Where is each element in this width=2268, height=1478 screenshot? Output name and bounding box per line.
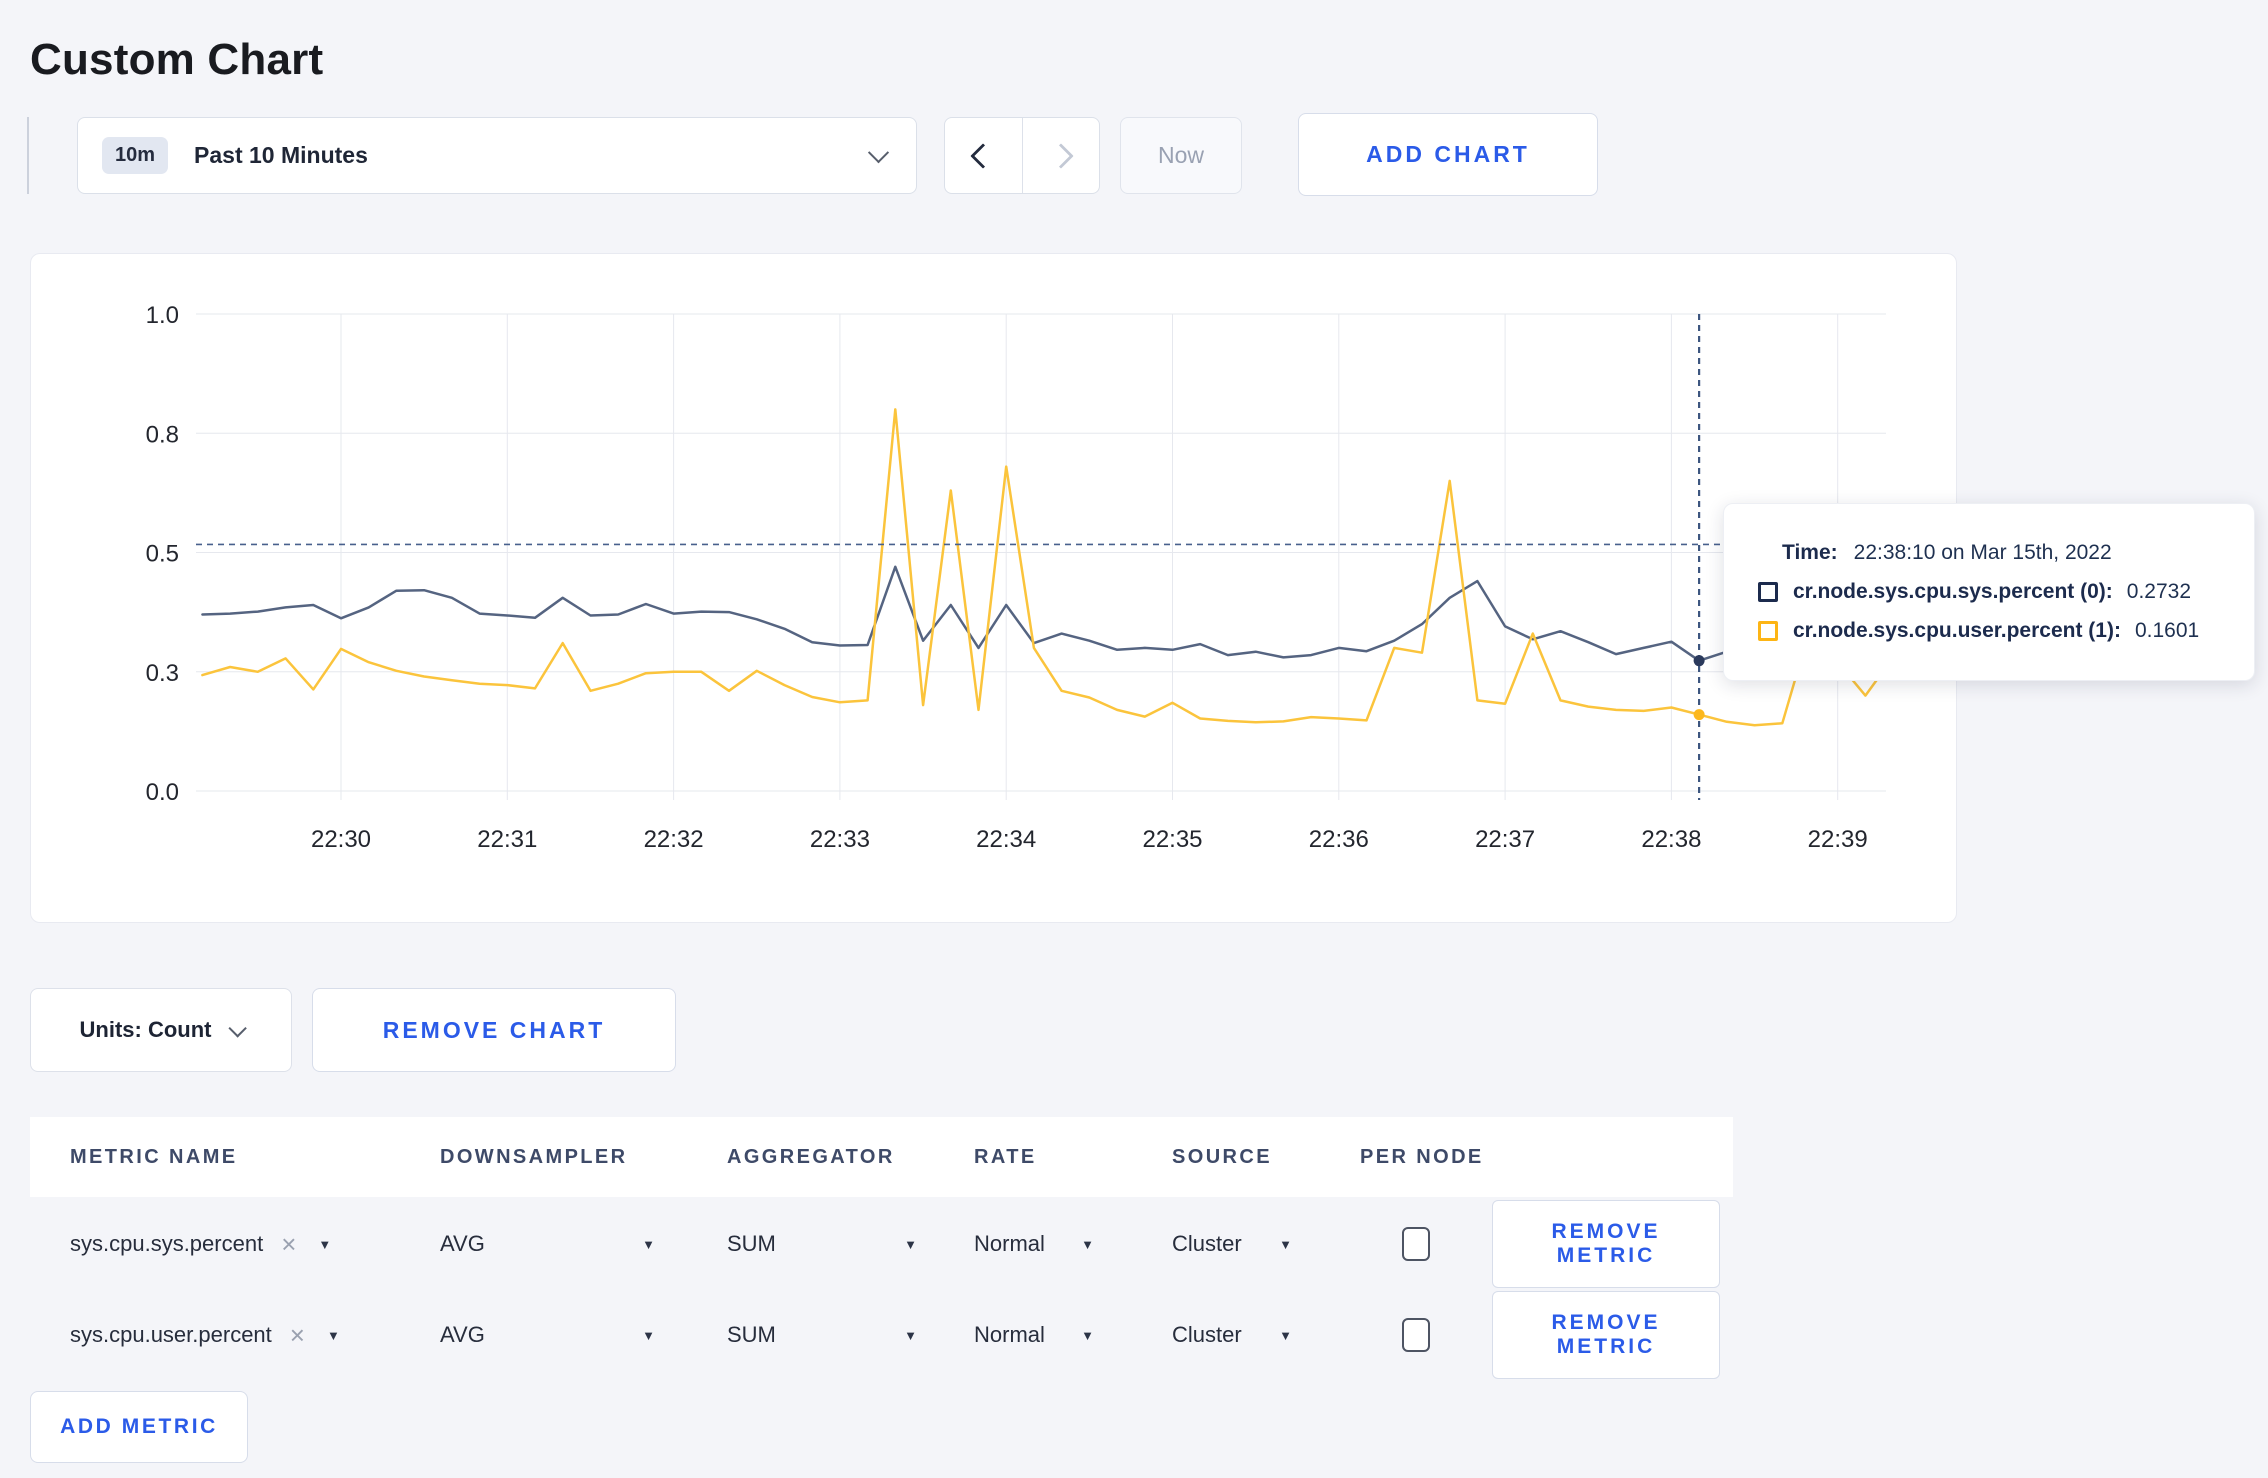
- caret-down-icon: ▼: [904, 1327, 917, 1343]
- caret-down-icon[interactable]: ▼: [327, 1328, 340, 1343]
- time-nav-group: [944, 117, 1100, 194]
- svg-text:22:39: 22:39: [1808, 826, 1868, 853]
- svg-text:22:33: 22:33: [810, 826, 870, 853]
- svg-text:22:35: 22:35: [1142, 826, 1202, 853]
- source-select[interactable]: Cluster ▼: [1172, 1231, 1292, 1257]
- clear-metric-icon[interactable]: ×: [281, 1231, 296, 1257]
- svg-text:0.8: 0.8: [146, 421, 179, 448]
- aggregator-select[interactable]: SUM ▼: [727, 1231, 917, 1257]
- rate-select[interactable]: Normal ▼: [974, 1231, 1094, 1257]
- table-row: sys.cpu.user.percent × ▼ AVG ▼ SUM ▼ Nor…: [30, 1291, 1957, 1379]
- svg-text:22:34: 22:34: [976, 826, 1036, 853]
- svg-text:22:31: 22:31: [477, 826, 537, 853]
- time-window-badge: 10m: [102, 137, 169, 174]
- now-button[interactable]: Now: [1120, 117, 1242, 194]
- rate-select[interactable]: Normal ▼: [974, 1322, 1094, 1348]
- caret-down-icon[interactable]: ▼: [318, 1237, 331, 1252]
- tooltip-time-row: Time: 22:38:10 on Mar 15th, 2022: [1782, 541, 2254, 565]
- metric-name-value[interactable]: sys.cpu.sys.percent: [70, 1231, 263, 1257]
- chart-tooltip: Time: 22:38:10 on Mar 15th, 2022 cr.node…: [1723, 503, 2255, 681]
- source-select[interactable]: Cluster ▼: [1172, 1322, 1292, 1348]
- downsampler-select[interactable]: AVG ▼: [440, 1322, 655, 1348]
- svg-text:22:30: 22:30: [311, 826, 371, 853]
- svg-text:0.0: 0.0: [146, 779, 179, 806]
- tooltip-time-value: 22:38:10 on Mar 15th, 2022: [1853, 541, 2112, 564]
- aggregator-value: SUM: [727, 1231, 776, 1256]
- timeseries-chart[interactable]: 0.0 0.3 0.5 0.8 1.0 22:30 22:31 22:32 22:33 22:34…: [31, 254, 1956, 922]
- tooltip-series-value: 0.1601: [2134, 619, 2200, 642]
- rate-value: Normal: [974, 1231, 1045, 1256]
- sys-series-swatch-icon: [1758, 582, 1778, 602]
- column-header-rate: RATE: [974, 1145, 1037, 1168]
- svg-text:22:38: 22:38: [1641, 826, 1701, 853]
- remove-chart-button[interactable]: REMOVE CHART: [312, 988, 676, 1072]
- caret-down-icon: ▼: [1279, 1327, 1292, 1343]
- tooltip-series-value: 0.2732: [2126, 580, 2192, 603]
- downsampler-select[interactable]: AVG ▼: [440, 1231, 655, 1257]
- downsampler-value: AVG: [440, 1322, 485, 1347]
- svg-text:0.3: 0.3: [146, 660, 179, 687]
- downsampler-value: AVG: [440, 1231, 485, 1256]
- caret-down-icon: ▼: [1279, 1236, 1292, 1252]
- caret-down-icon: ▼: [642, 1327, 655, 1343]
- next-time-button[interactable]: [1023, 118, 1100, 193]
- chevron-right-icon: [1048, 142, 1074, 169]
- svg-text:1.0: 1.0: [146, 302, 179, 329]
- chart-card: 0.0 0.3 0.5 0.8 1.0 22:30 22:31 22:32 22:33 22:34…: [30, 253, 1957, 923]
- svg-text:22:32: 22:32: [644, 826, 704, 853]
- table-row: sys.cpu.sys.percent × ▼ AVG ▼ SUM ▼ Norm…: [30, 1200, 1957, 1288]
- svg-text:22:37: 22:37: [1475, 826, 1535, 853]
- units-label: Units: Count: [79, 1017, 212, 1042]
- per-node-checkbox[interactable]: [1402, 1227, 1430, 1261]
- column-header-metric-name: METRIC NAME: [70, 1145, 238, 1168]
- column-header-per-node: PER NODE: [1360, 1145, 1484, 1168]
- time-window-label: Past 10 Minutes: [194, 142, 368, 168]
- source-value: Cluster: [1172, 1231, 1242, 1256]
- remove-metric-button[interactable]: REMOVE METRIC: [1492, 1291, 1720, 1379]
- metric-name-value[interactable]: sys.cpu.user.percent: [70, 1322, 272, 1348]
- chevron-down-icon: [867, 142, 890, 164]
- prev-time-button[interactable]: [945, 118, 1023, 193]
- svg-text:22:36: 22:36: [1309, 826, 1369, 853]
- metric-name-select[interactable]: sys.cpu.sys.percent × ▼: [30, 1231, 440, 1257]
- caret-down-icon: ▼: [1081, 1236, 1094, 1252]
- metrics-table-header: METRIC NAME DOWNSAMPLER AGGREGATOR RATE …: [30, 1117, 1733, 1197]
- custom-chart-page: Custom Chart 10m Past 10 Minutes Now ADD…: [0, 0, 2268, 1478]
- metric-name-select[interactable]: sys.cpu.user.percent × ▼: [30, 1322, 440, 1348]
- units-select[interactable]: Units: Count: [30, 988, 292, 1072]
- tooltip-time-label: Time:: [1782, 541, 1838, 564]
- clear-metric-icon[interactable]: ×: [290, 1322, 305, 1348]
- page-title: Custom Chart: [30, 35, 324, 85]
- time-window-select[interactable]: 10m Past 10 Minutes: [77, 117, 917, 194]
- column-header-aggregator: AGGREGATOR: [727, 1145, 895, 1168]
- chevron-left-icon: [970, 142, 996, 169]
- tooltip-series-name: cr.node.sys.cpu.sys.percent (0):: [1793, 580, 2113, 603]
- add-metric-button[interactable]: ADD METRIC: [30, 1391, 248, 1463]
- source-value: Cluster: [1172, 1322, 1242, 1347]
- tooltip-series-row: cr.node.sys.cpu.sys.percent (0): 0.2732: [1758, 580, 2254, 604]
- aggregator-value: SUM: [727, 1322, 776, 1347]
- aggregator-select[interactable]: SUM ▼: [727, 1322, 917, 1348]
- tooltip-series-row: cr.node.sys.cpu.user.percent (1): 0.1601: [1758, 619, 2254, 643]
- column-header-downsampler: DOWNSAMPLER: [440, 1145, 628, 1168]
- remove-metric-button[interactable]: REMOVE METRIC: [1492, 1200, 1720, 1288]
- svg-text:0.5: 0.5: [146, 541, 179, 568]
- caret-down-icon: ▼: [1081, 1327, 1094, 1343]
- toolbar-divider: [27, 117, 29, 194]
- tooltip-series-name: cr.node.sys.cpu.user.percent (1):: [1793, 619, 2121, 642]
- rate-value: Normal: [974, 1322, 1045, 1347]
- add-chart-button[interactable]: ADD CHART: [1298, 113, 1598, 196]
- caret-down-icon: ▼: [904, 1236, 917, 1252]
- column-header-source: SOURCE: [1172, 1145, 1272, 1168]
- user-series-swatch-icon: [1758, 621, 1778, 641]
- caret-down-icon: ▼: [642, 1236, 655, 1252]
- per-node-checkbox[interactable]: [1402, 1318, 1430, 1352]
- chevron-down-icon: [228, 1018, 248, 1038]
